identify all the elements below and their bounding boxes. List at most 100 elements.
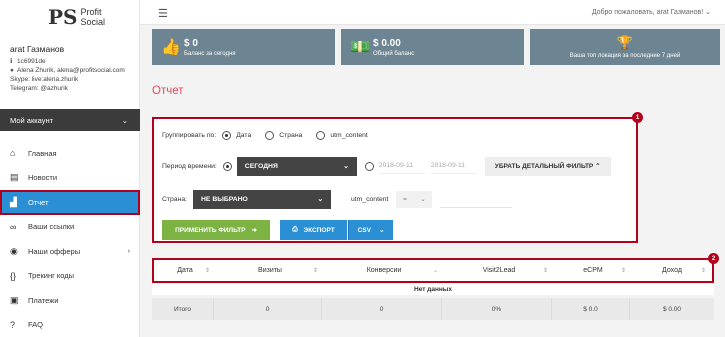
topbar: ☰ Добро пожаловать, arat Газманов! ⌄ xyxy=(140,0,725,25)
apply-filter-label: ПРИМЕНИТЬ ФИЛЬТР xyxy=(175,226,246,234)
sidebar-item-label: Новости xyxy=(28,173,58,183)
column-header-ecpm[interactable]: eCPM ⇕ xyxy=(554,260,632,281)
stat-card-total: 💵 $ 0.00 Общий баланс xyxy=(341,29,524,65)
hamburger-icon[interactable]: ☰ xyxy=(158,7,168,20)
arrow-right-icon: ➜ xyxy=(251,227,257,234)
date-from-input[interactable]: 2018-09-11 xyxy=(378,158,425,174)
column-header-date[interactable]: Дата ⇕ xyxy=(154,260,216,281)
stat-label: Ваша топ локация за последние 7 дней xyxy=(569,53,681,59)
user-name: arat Газманов xyxy=(10,44,65,54)
country-row: Страна: НЕ ВЫБРАНО ⌄ utm_content = ⌄ xyxy=(162,189,513,209)
column-header-visits[interactable]: Визиты ⇕ xyxy=(216,260,324,281)
skype-line: Skype: live:alena.zhurik xyxy=(10,76,79,83)
country-value: НЕ ВЫБРАНО xyxy=(201,195,248,203)
thumbs-up-icon: 👍 xyxy=(161,39,181,56)
column-header-income[interactable]: Доход ⇕ xyxy=(632,260,712,281)
column-header-conversions[interactable]: Конверсии ⌄ xyxy=(324,260,444,281)
sidebar-item-payments[interactable]: ▣ Платежи xyxy=(0,288,140,313)
custom-date-radio[interactable] xyxy=(364,161,374,171)
logo[interactable]: PS Profit Social xyxy=(48,4,105,30)
logo-line-1: Profit xyxy=(80,7,102,17)
sort-icon: ⇕ xyxy=(700,268,706,274)
export-label: ЭКСПОРТ xyxy=(303,226,335,234)
sidebar-item-label: Отчет xyxy=(28,197,49,207)
help-icon: ? xyxy=(10,319,16,330)
group-by-utm-option[interactable]: utm_content xyxy=(316,130,368,140)
stat-value: $ 0 xyxy=(184,37,198,49)
sort-icon: ⇕ xyxy=(312,268,318,274)
period-select[interactable]: СЕГОДНЯ ⌄ xyxy=(236,156,357,176)
option-label: Дата xyxy=(236,131,252,139)
sidebar-item-label: FAQ xyxy=(28,320,44,330)
total-cell: $ 0.0 xyxy=(552,298,630,320)
sidebar-item-report[interactable]: ▟ Отчет xyxy=(0,190,140,215)
sidebar: PS Profit Social arat Газманов ℹ 1c6991de… xyxy=(0,0,140,337)
csv-label: CSV xyxy=(357,226,371,234)
total-cell: 0 xyxy=(214,298,322,320)
remove-detail-filter-button[interactable]: УБРАТЬ ДЕТАЛЬНЫЙ ФИЛЬТР ⌃ xyxy=(484,156,611,176)
period-value: СЕГОДНЯ xyxy=(244,162,278,170)
stat-card-today: 👍 $ 0 Баланс за сегодня xyxy=(152,29,335,65)
period-label: Период времени: xyxy=(162,162,217,170)
total-cell: 0% xyxy=(442,298,552,320)
sidebar-item-label: Ваши ссылки xyxy=(28,222,75,232)
chevron-down-icon: ⌄ xyxy=(343,163,349,170)
chevron-down-icon: ⌄ xyxy=(317,196,324,203)
column-header-visit2lead[interactable]: Visit2Lead ⇕ xyxy=(444,260,554,281)
account-menu[interactable]: Мой аккаунт ⌄ xyxy=(0,109,140,131)
filter-panel: 1 Группировать по: Дата Страна utm_conte… xyxy=(152,112,643,243)
country-label: Страна: xyxy=(162,195,188,203)
apply-filter-button[interactable]: ПРИМЕНИТЬ ФИЛЬТР ➜ xyxy=(162,220,270,240)
radio-unchecked xyxy=(316,130,326,140)
period-radio[interactable] xyxy=(222,161,232,171)
sidebar-item-offers[interactable]: ◉ Наши офферы › xyxy=(0,239,140,264)
chevron-down-icon: ⌄ xyxy=(378,227,385,234)
column-label: eCPM xyxy=(583,267,603,274)
column-label: Доход xyxy=(662,267,682,274)
utm-operator: = xyxy=(403,195,407,203)
column-label: Дата xyxy=(177,267,193,274)
sidebar-item-faq[interactable]: ? FAQ xyxy=(0,313,140,337)
group-by-label: Группировать по: xyxy=(162,131,217,139)
export-button[interactable]: ⎙ ЭКСПОРТ xyxy=(280,220,347,240)
sidebar-item-label: Трекинг коды xyxy=(28,271,75,281)
chart-icon: ▟ xyxy=(10,196,17,207)
user-id: 1c6991de xyxy=(17,58,46,65)
table-totals-row: Итого 0 0 0% $ 0.0 $ 0.00 xyxy=(152,298,714,320)
sidebar-item-news[interactable]: ▤ Новости xyxy=(0,166,140,191)
manager-line: ● Alena Zhurik, alena@profitsocial.com xyxy=(10,66,138,75)
logo-mark: PS xyxy=(48,5,78,29)
user-menu[interactable]: Добро пожаловать, arat Газманов! ⌄ xyxy=(592,8,711,16)
sort-desc-icon: ⌄ xyxy=(432,268,438,274)
sidebar-item-label: Платежи xyxy=(28,295,59,305)
csv-format-select[interactable]: CSV ⌄ xyxy=(348,220,393,240)
id-icon: ℹ xyxy=(10,58,13,65)
trophy-icon: 🏆 xyxy=(616,35,634,50)
date-to-input[interactable]: 2018-09-11 xyxy=(430,158,477,174)
group-by-country-option[interactable]: Страна xyxy=(265,130,303,140)
sidebar-item-home[interactable]: ⌂ Главная xyxy=(0,141,140,166)
page-title: Отчет xyxy=(152,85,184,97)
sidebar-item-tracking[interactable]: {} Трекинг коды xyxy=(0,264,140,289)
sidebar-item-links[interactable]: ∞ Ваши ссылки xyxy=(0,215,140,240)
chevron-right-icon: › xyxy=(127,247,130,255)
stat-value: $ 0.00 xyxy=(373,37,401,49)
offers-icon: ◉ xyxy=(10,245,18,256)
sidebar-item-label: Наши офферы xyxy=(28,246,81,256)
radio-unchecked xyxy=(265,130,275,140)
utm-value-input[interactable] xyxy=(440,191,513,208)
link-icon: ∞ xyxy=(10,221,17,232)
option-label: Страна xyxy=(279,131,303,139)
telegram-line: Telegram: @azhurik xyxy=(10,85,68,92)
chevron-down-icon: ⌄ xyxy=(121,115,128,125)
country-select[interactable]: НЕ ВЫБРАНО ⌄ xyxy=(193,189,332,209)
manager-contact: Alena Zhurik, alena@profitsocial.com xyxy=(17,67,125,74)
empty-state: Нет данных xyxy=(152,284,714,295)
utm-operator-select[interactable]: = ⌄ xyxy=(396,190,433,208)
group-by-date-option[interactable]: Дата xyxy=(222,130,252,140)
stat-label: Баланс за сегодня xyxy=(184,50,236,57)
radio-checked xyxy=(222,130,232,140)
sidebar-item-label: Главная xyxy=(28,148,57,158)
option-label: utm_content xyxy=(330,131,368,139)
total-cell: Итого xyxy=(152,298,214,320)
